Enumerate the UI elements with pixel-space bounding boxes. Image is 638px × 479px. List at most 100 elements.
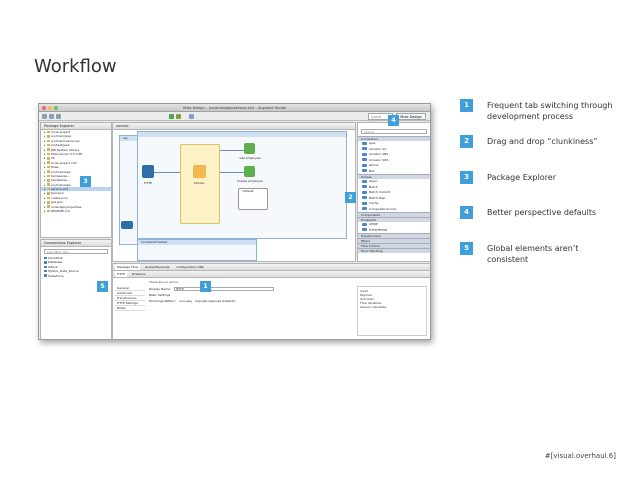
palette-item-label: HTTP/HTTPS (369, 227, 388, 232)
properties-tabs: HTTP Problems (113, 271, 430, 278)
palette-item-label: Composite Source (369, 206, 397, 211)
properties-nav: General Advanced Transformers HTTP Setti… (115, 286, 145, 311)
note-badge: 4 (460, 206, 473, 219)
folder-icon (47, 130, 50, 134)
palette-section-header[interactable]: Error Handling (358, 248, 430, 253)
main-toolbar: Quick Access Mule Design (39, 112, 430, 125)
package-tree-label: create.json (51, 195, 68, 200)
choice-node-label: Choice (193, 181, 205, 185)
connection-icon (44, 274, 47, 277)
search-toolbar-icon[interactable] (189, 114, 194, 119)
flow-main[interactable]: HTTP Choice Get employee Create employee… (137, 131, 347, 239)
folder-icon (47, 143, 50, 147)
component-icon (362, 185, 367, 188)
folder-icon (47, 209, 50, 213)
connection-item[interactable]: Salesforce (41, 274, 111, 278)
http-node-label: HTTP (144, 181, 152, 185)
tab-configuration-xml[interactable]: Configuration XML (174, 264, 206, 270)
minimize-window-icon[interactable] (48, 106, 52, 110)
exchange-pattern-label: Exchange Pattern: (149, 299, 177, 303)
component-icon (362, 222, 367, 226)
note-badge: 3 (460, 171, 473, 184)
palette-list: Connectors Ajax Amazon S3 Amazon SNS Amazon … (358, 136, 430, 253)
close-window-icon[interactable] (42, 106, 46, 110)
palette-item-label: Amazon S3 (369, 146, 386, 151)
folder-icon (47, 196, 50, 200)
component-icon (362, 163, 367, 167)
component-icon (362, 207, 367, 210)
connection-icon (44, 269, 47, 273)
connections-explorer-tab[interactable]: Connections Explorer (41, 240, 111, 247)
flow-hardware[interactable]: hardwareFlowGet (137, 239, 257, 261)
folder-icon (47, 157, 50, 160)
callout-badge-4: 4 (388, 115, 399, 126)
note-badge: 2 (460, 135, 473, 148)
exchange-pattern-row: Exchange Pattern: one-way request-respon… (149, 298, 329, 304)
tab-global-elements[interactable]: Global Elements (143, 264, 172, 270)
new-icon[interactable] (42, 114, 47, 119)
component-icon (362, 169, 367, 172)
connection-label: CloudHub (48, 256, 63, 260)
connection-label: Salesforce (48, 273, 64, 278)
window-controls (42, 106, 58, 110)
tab-message-flow[interactable]: Message Flow (115, 264, 140, 270)
component-icon (362, 158, 367, 161)
callout-badge-5: 5 (97, 281, 108, 292)
save-icon[interactable] (49, 114, 54, 119)
folder-icon (47, 179, 50, 182)
create-employee-node[interactable] (244, 166, 255, 177)
metadata-side-panel: Input Payload Unknown Flow Variables Ses… (357, 286, 427, 336)
note-badge: 1 (460, 99, 473, 112)
package-tree-label: service.xml (51, 187, 69, 192)
side-item: Session Variables (360, 305, 387, 309)
package-tree-label: flows (51, 165, 59, 170)
callout-badge-1: 1 (200, 281, 211, 292)
tab-problems[interactable]: Problems (130, 271, 148, 277)
radio-one-way[interactable]: one-way (179, 298, 192, 304)
editor-tab-label: service (116, 124, 129, 128)
package-tree-label: get.json (51, 200, 64, 205)
folder-icon (47, 187, 50, 191)
package-tree-label: hardwarep... (51, 178, 70, 183)
connector-arrow (220, 172, 244, 173)
flow-http-endpoint-node-2[interactable] (121, 221, 133, 229)
choice-node[interactable] (193, 165, 206, 178)
get-employee-node[interactable] (244, 143, 255, 154)
palette-item-label: Ajax (369, 141, 376, 145)
connection-icon (44, 265, 47, 269)
package-tree-label: lib (51, 156, 55, 161)
package-tree-label: mule-project (51, 130, 70, 134)
debug-icon[interactable] (176, 114, 181, 119)
package-tree-label: test.json (51, 191, 64, 196)
studio-screenshot: Mule Design – /src/main/app/service.xml … (38, 103, 431, 340)
package-tree-label: src/main/app (51, 182, 71, 187)
palette-search-input[interactable]: Search (361, 129, 427, 134)
props-nav-notes[interactable]: Notes (115, 306, 145, 311)
connection-icon (44, 261, 47, 264)
folder-icon (47, 183, 50, 186)
slide-title: Workflow (34, 56, 117, 77)
perspective-button[interactable]: Mule Design (396, 113, 426, 120)
radio-request-response[interactable]: request-response (Default) (195, 298, 235, 304)
flow-editor: service api HTTP Choice Get employee Cre… (112, 122, 356, 262)
window-titlebar: Mule Design – /src/main/app/service.xml … (39, 104, 430, 112)
component-palette: Search Connectors Ajax Amazon S3 Amazon SNS… (357, 122, 430, 262)
package-tree-item[interactable]: ▸ README.md (41, 209, 111, 213)
folder-icon (47, 201, 50, 204)
package-explorer-tab[interactable]: Package Explorer (41, 123, 111, 130)
connection-label: Github (48, 264, 59, 269)
http-endpoint-node[interactable] (142, 165, 154, 178)
folder-icon (47, 174, 50, 178)
maximize-window-icon[interactable] (54, 106, 58, 110)
palette-item-label: Batch Commit (369, 190, 391, 194)
connector-arrow (154, 172, 180, 173)
display-name-input[interactable]: HTTP (173, 287, 274, 291)
editor-tab-service[interactable]: service (113, 123, 355, 130)
note-badge: 5 (460, 242, 473, 255)
tab-http-properties[interactable]: HTTP (115, 271, 127, 277)
print-icon[interactable] (56, 114, 61, 119)
folder-icon (47, 165, 50, 169)
connections-search-input[interactable]: type filter text (44, 249, 108, 254)
flow-main-header (138, 132, 346, 137)
run-icon[interactable] (169, 114, 174, 119)
